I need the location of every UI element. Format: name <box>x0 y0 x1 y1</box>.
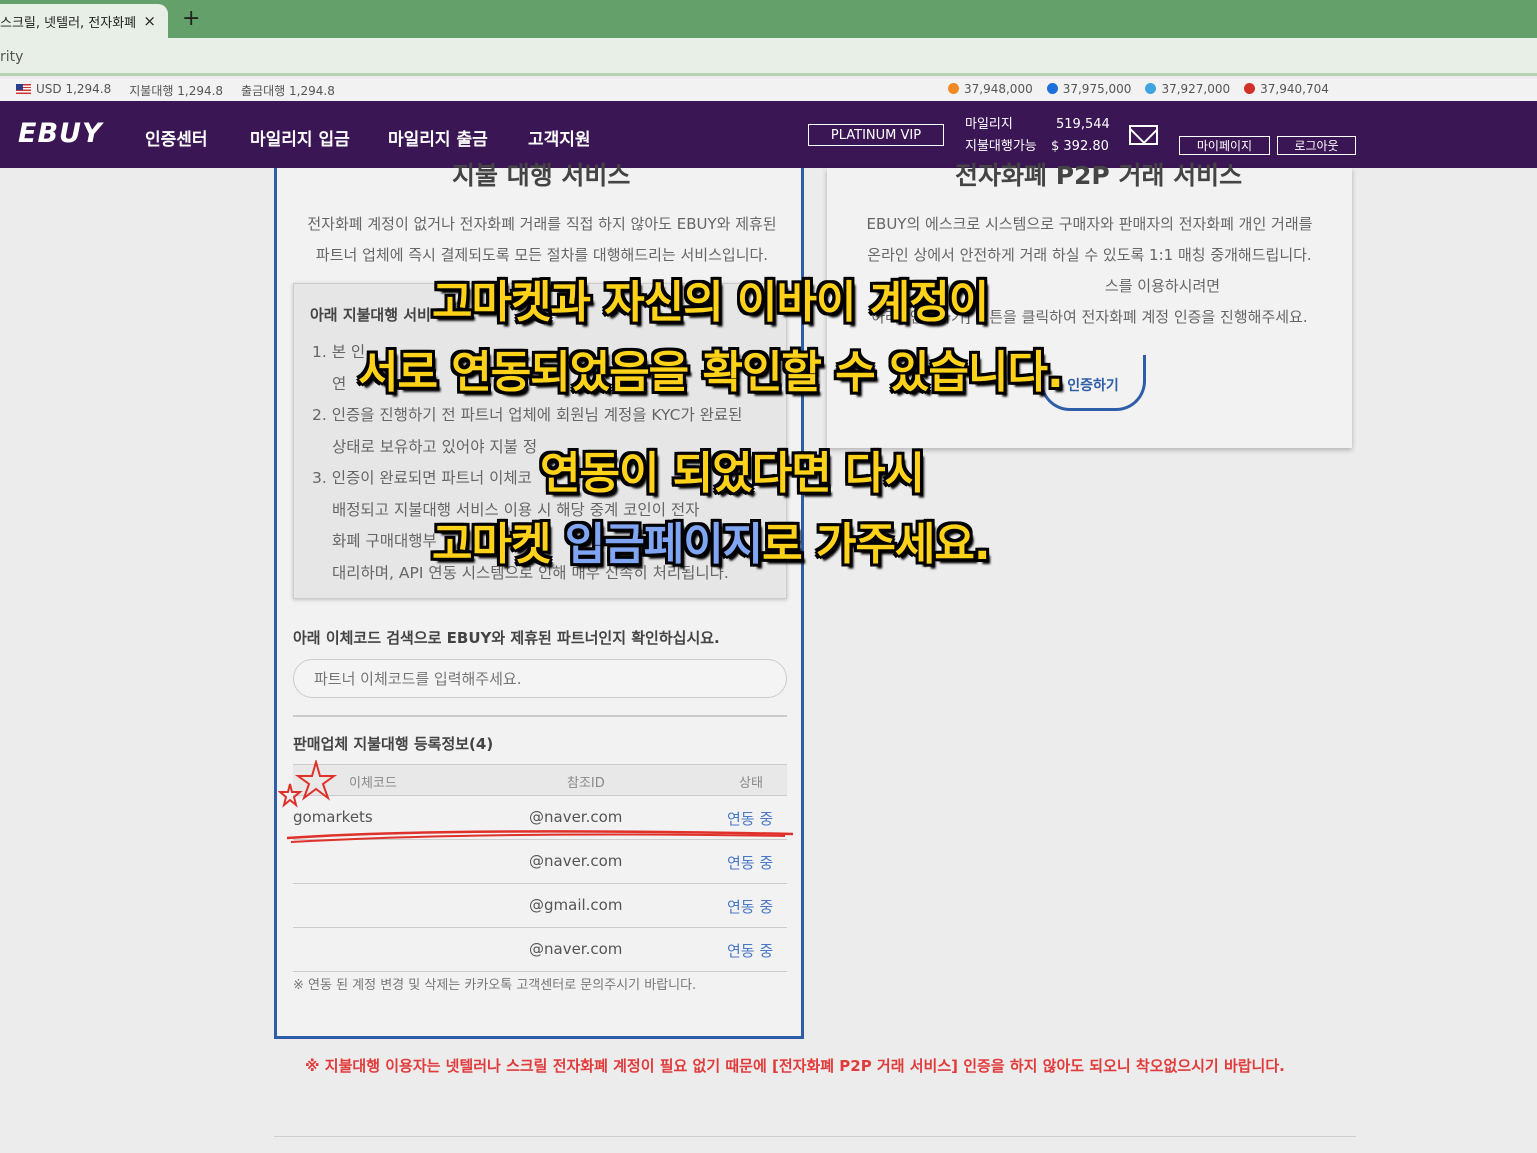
table-row: @naver.com 연동 중 <box>293 928 787 972</box>
payable-value: $ 392.80 <box>1051 139 1109 154</box>
deposit-page-highlight: 입금페이지 <box>564 519 763 570</box>
panel-title: 전자화폐 P2P 거래 서비스 <box>955 161 1243 190</box>
row-ref: @naver.com <box>529 808 623 826</box>
nav-mileage-withdraw[interactable]: 마일리지 출금 <box>388 125 488 150</box>
nav-support[interactable]: 고객지원 <box>528 125 591 150</box>
panel-description: 전자화폐 계정이 없거나 전자화폐 거래를 직접 하지 않아도 EBUY와 제휴… <box>307 215 777 264</box>
coin-icon <box>1145 83 1157 94</box>
browser-tab-bar: 스크릴, 넷텔러, 전자화폐 × + <box>0 0 1537 38</box>
vip-badge: PLATINUM VIP <box>808 124 944 146</box>
divider <box>293 715 787 717</box>
withdraw-rate: 출금대행 1,294.8 <box>241 84 335 98</box>
table-header: 이체코드 참조ID 상태 <box>293 764 787 796</box>
panel-title: 지불 대행 서비스 <box>452 161 631 190</box>
caption-line-3: 연동이 되었다면 다시 <box>540 448 925 499</box>
mail-icon[interactable] <box>1129 125 1158 145</box>
red-underline-annotation <box>286 830 794 843</box>
star-annotation-icon <box>278 760 338 808</box>
close-icon[interactable]: × <box>143 12 156 30</box>
row-code: gomarkets <box>293 808 373 826</box>
url-text[interactable]: rity <box>0 49 23 65</box>
row-ref: @naver.com <box>529 940 623 958</box>
mypage-button[interactable]: 마이페이지 <box>1179 136 1270 155</box>
col-ref: 참조ID <box>567 776 605 791</box>
col-code: 이체코드 <box>349 776 397 791</box>
coin-icon <box>1046 83 1058 94</box>
bottom-warning: ※ 지불대행 이용자는 넷텔러나 스크릴 전자화폐 계정이 필요 없기 때문에 … <box>305 1057 1285 1075</box>
divider <box>274 1136 1356 1137</box>
mileage-label: 마일리지 <box>965 117 1013 132</box>
nav-mileage-deposit[interactable]: 마일리지 입금 <box>250 125 350 150</box>
col-status: 상태 <box>739 776 763 791</box>
caption-line-4: 고마켓 입금페이지로 가주세요. <box>432 519 991 570</box>
payable-label: 지불대행가능 <box>965 139 1037 154</box>
row-ref: @gmail.com <box>529 896 623 914</box>
partner-code-search-input[interactable] <box>293 659 787 698</box>
table-row: @gmail.com 연동 중 <box>293 884 787 928</box>
ebuy-logo[interactable]: EBUY <box>18 118 103 149</box>
search-label: 아래 이체코드 검색으로 EBUY와 제휴된 파트너인지 확인하십시요. <box>293 629 720 647</box>
rate-strip: USD 1,294.8 지불대행 1,294.8 출금대행 1,294.8 37… <box>0 79 1537 101</box>
browser-tab[interactable]: 스크릴, 넷텔러, 전자화폐 × <box>0 4 168 38</box>
payment-rate: 지불대행 1,294.8 <box>129 84 224 98</box>
bitcoin-icon <box>948 83 959 94</box>
mileage-summary: 마일리지 519,544 지불대행가능 $ 392.80 <box>965 114 1110 158</box>
registration-title: 판매업체 지불대행 등록정보(4) <box>293 735 494 753</box>
logout-button[interactable]: 로그아웃 <box>1277 136 1356 155</box>
caption-line-1: 고마켓과 자신의 이바이 계정이 <box>432 277 989 328</box>
caption-line-2: 서로 연동되었음을 확인할 수 있습니다. <box>358 347 1064 398</box>
coin-price-1: 37,948,000 <box>948 82 1033 96</box>
new-tab-button[interactable]: + <box>182 6 200 31</box>
coin-icon <box>1244 83 1256 94</box>
row-status: 연동 중 <box>727 898 774 916</box>
account-change-note: ※ 연동 된 계정 변경 및 삭제는 카카오톡 고객센터로 문의주시기 바랍니다… <box>293 978 697 993</box>
table-row: @naver.com 연동 중 <box>293 840 787 884</box>
row-status: 연동 중 <box>727 854 774 872</box>
coin-price-3: 37,927,000 <box>1145 82 1230 96</box>
coin-price-2: 37,975,000 <box>1046 82 1131 96</box>
nav-auth-center[interactable]: 인증센터 <box>145 125 208 150</box>
main-navbar: EBUY 인증센터 마일리지 입금 마일리지 출금 고객지원 PLATINUM … <box>0 101 1537 168</box>
row-ref: @naver.com <box>529 852 623 870</box>
notice-title: 아래 지불대행 서비 <box>310 306 431 324</box>
usd-rate: USD 1,294.8 <box>16 82 111 99</box>
tab-title: 스크릴, 넷텔러, 전자화폐 <box>0 15 137 31</box>
mileage-value: 519,544 <box>1056 117 1110 132</box>
coin-price-4: 37,940,704 <box>1244 82 1329 96</box>
us-flag-icon <box>16 84 31 94</box>
address-bar[interactable]: rity <box>0 38 1537 76</box>
row-status: 연동 중 <box>727 942 774 960</box>
